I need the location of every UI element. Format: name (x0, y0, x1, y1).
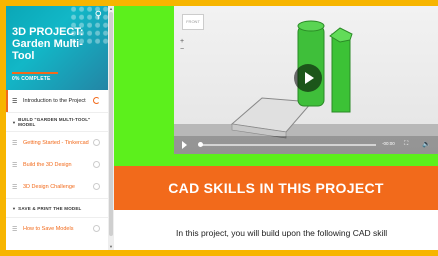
lesson-label: Build the 3D Design (23, 162, 72, 168)
play-icon[interactable] (182, 141, 187, 149)
lesson-label: Getting Started - Tinkercad (23, 140, 89, 146)
lesson-list-icon: ☰ (12, 98, 18, 105)
video-controls: -00:00 ⛶ 🔈 (174, 136, 438, 154)
progress-bar (12, 72, 58, 74)
course-header: ⚲ 3D PROJECT: Garden Multi-Tool 0% COMPL… (6, 6, 108, 90)
lesson-list-icon: ☰ (12, 184, 18, 191)
lesson-nav: ☰ Introduction to the Project ▼ BUILD "G… (6, 90, 108, 240)
green-hex-prism (331, 33, 351, 113)
caret-down-icon: ▼ (12, 119, 17, 125)
fullscreen-icon[interactable]: ⛶ (404, 141, 408, 148)
play-button[interactable] (294, 64, 322, 92)
green-cylinder-top (297, 20, 325, 32)
video-progress-knob[interactable] (198, 142, 203, 147)
scrollbar-thumb[interactable] (109, 12, 113, 236)
video-player[interactable]: FRONT + − -00:00 ⛶ 🔈 (174, 6, 438, 154)
section-build[interactable]: ▼ BUILD "GARDEN MULTI-TOOL" MODEL (6, 112, 108, 132)
progress-circle-icon (93, 97, 100, 104)
lesson-content: FRONT + − -00:00 ⛶ 🔈 CAD SKILLS IN THIS … (114, 6, 438, 250)
lesson-description: In this project, you will build upon the… (176, 228, 388, 238)
video-time: -00:00 (382, 141, 395, 146)
lesson-design-challenge[interactable]: ☰ 3D Design Challenge (6, 176, 108, 198)
lesson-label: How to Save Models (23, 226, 74, 232)
course-title: 3D PROJECT: Garden Multi-Tool (12, 26, 84, 62)
lesson-list-icon: ☰ (12, 162, 18, 169)
progress-circle-icon (93, 161, 100, 168)
lesson-save-models[interactable]: ☰ How to Save Models (6, 218, 108, 240)
section-label: SAVE & PRINT THE MODEL (18, 205, 82, 211)
progress-circle-icon (93, 225, 100, 232)
progress-circle-icon (93, 139, 100, 146)
course-sidebar: ⚲ 3D PROJECT: Garden Multi-Tool 0% COMPL… (6, 6, 109, 250)
caret-down-icon: ▼ (12, 205, 17, 211)
lesson-label: 3D Design Challenge (23, 184, 75, 190)
lesson-introduction[interactable]: ☰ Introduction to the Project (6, 90, 108, 112)
volume-icon[interactable]: 🔈 (422, 140, 431, 148)
lesson-getting-started[interactable]: ☰ Getting Started - Tinkercad (6, 132, 108, 154)
search-icon[interactable]: ⚲ (95, 10, 102, 21)
lesson-build-3d-design[interactable]: ☰ Build the 3D Design (6, 154, 108, 176)
section-save-print[interactable]: ▼ SAVE & PRINT THE MODEL (6, 198, 108, 218)
lesson-list-icon: ☰ (12, 140, 18, 147)
progress-circle-icon (93, 183, 100, 190)
video-progress-track[interactable] (200, 144, 376, 146)
banner-title: CAD SKILLS IN THIS PROJECT (168, 180, 384, 196)
progress-label: 0% COMPLETE (12, 76, 51, 82)
section-label: BUILD "GARDEN MULTI-TOOL" MODEL (18, 117, 91, 127)
app-window: ⚲ 3D PROJECT: Garden Multi-Tool 0% COMPL… (6, 6, 438, 250)
lesson-list-icon: ☰ (12, 226, 18, 233)
lesson-label: Introduction to the Project (23, 98, 86, 104)
section-banner: CAD SKILLS IN THIS PROJECT (114, 166, 438, 210)
